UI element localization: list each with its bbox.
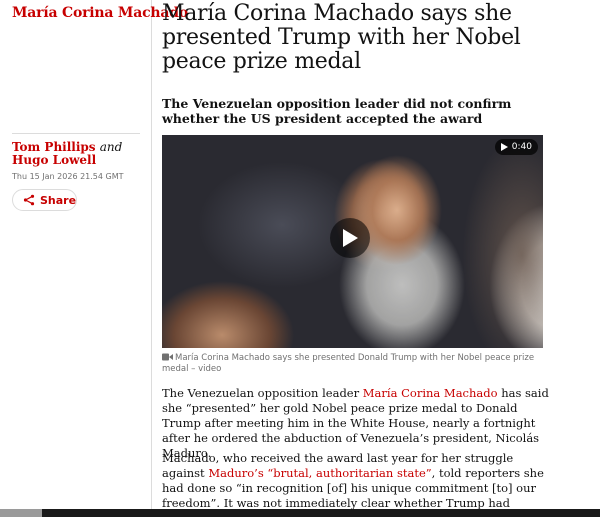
paragraph-text: The Venezuelan opposition leader xyxy=(162,386,363,400)
link-maduro-authoritarian-state[interactable]: Maduro’s “brutal, authoritarian state” xyxy=(208,466,431,480)
byline-and: and xyxy=(99,140,123,154)
column-divider xyxy=(151,0,152,509)
video-camera-icon xyxy=(162,353,173,361)
share-button[interactable]: Share xyxy=(12,189,77,211)
play-icon xyxy=(500,143,508,151)
video-duration: 0:40 xyxy=(511,142,532,152)
byline: Tom Phillips and Hugo Lowell xyxy=(12,141,142,167)
video-caption-text: María Corina Machado says she presented … xyxy=(162,353,535,374)
play-icon xyxy=(343,229,358,247)
scrollbar-thumb[interactable] xyxy=(42,509,600,517)
video-player[interactable]: 0:40 xyxy=(162,135,543,348)
author-link-hugo-lowell[interactable]: Hugo Lowell xyxy=(12,153,96,167)
scrollbar-track xyxy=(0,509,42,517)
link-maria-corina-machado[interactable]: María Corina Machado xyxy=(363,386,498,400)
publish-date: Thu 15 Jan 2026 21.54 GMT xyxy=(12,172,124,181)
article-headline: María Corina Machado says she presented … xyxy=(162,1,521,74)
play-button[interactable] xyxy=(330,218,370,258)
article-standfirst: The Venezuelan opposition leader did not… xyxy=(162,96,512,126)
share-label: Share xyxy=(40,193,77,207)
article-paragraph: Machado, who received the award last yea… xyxy=(162,451,552,517)
share-icon xyxy=(23,194,35,206)
video-caption: María Corina Machado says she presented … xyxy=(162,353,547,375)
article-paragraph: The Venezuelan opposition leader María C… xyxy=(162,386,552,461)
author-link-tom-phillips[interactable]: Tom Phillips xyxy=(12,140,96,154)
video-duration-badge: 0:40 xyxy=(494,139,538,155)
horizontal-scrollbar[interactable] xyxy=(0,509,600,517)
meta-divider xyxy=(12,133,140,134)
